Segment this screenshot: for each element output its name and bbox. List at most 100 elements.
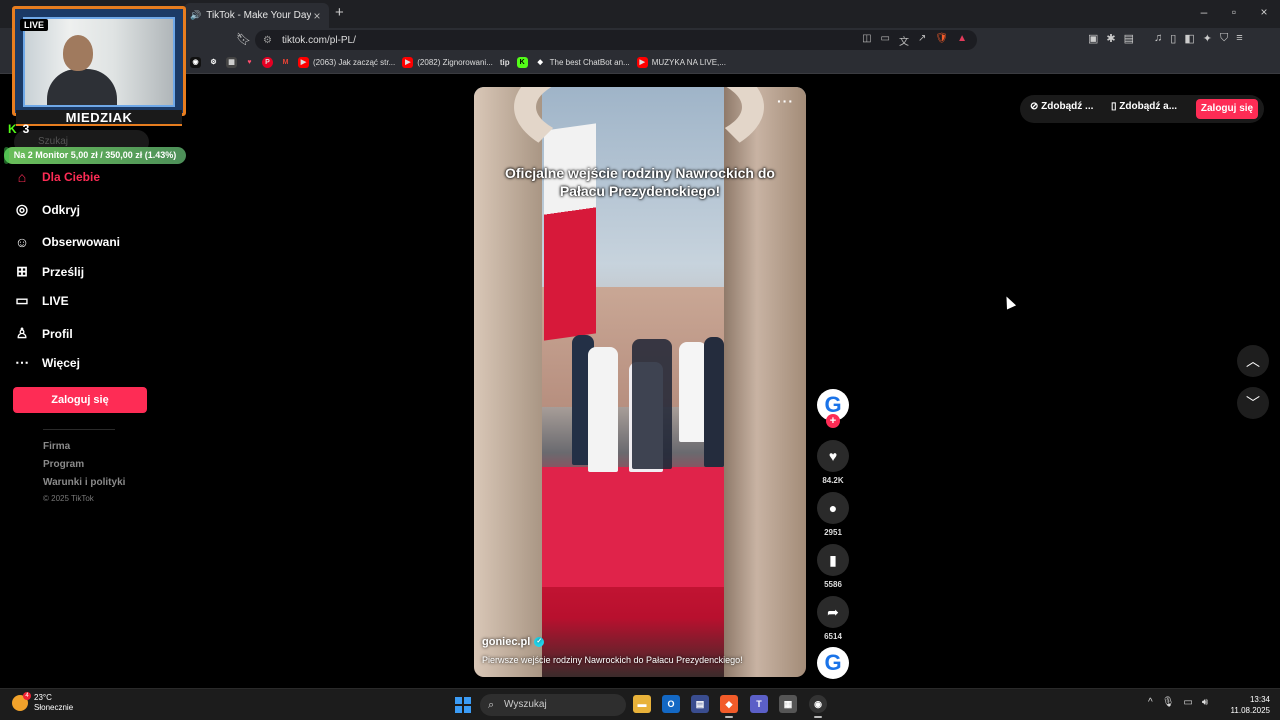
comment-count: 2951 — [824, 528, 842, 537]
profile-icon: ♙ — [15, 325, 29, 341]
media-icon[interactable]: ♫ — [1154, 32, 1162, 45]
notification-badge: 4 — [23, 692, 31, 700]
sidebar-item-obserwowani[interactable]: ☺ Obserwowani — [14, 234, 120, 250]
outlook-icon[interactable]: O — [662, 695, 680, 713]
network-icon[interactable]: ▭ — [1183, 697, 1192, 708]
like-button[interactable]: ♥ — [817, 440, 849, 472]
kick-icon[interactable]: K — [516, 57, 528, 68]
clock[interactable]: 13:34 11.08.2025 — [1222, 694, 1270, 716]
bookmark-icon[interactable]: 🔖︎ — [236, 32, 251, 46]
video-player[interactable]: Oficjalne wejście rodziny Nawrockich do … — [474, 87, 806, 677]
share-arrow-icon: ➦ — [827, 603, 839, 620]
translate-icon[interactable]: 文 — [899, 33, 909, 48]
cast-icon[interactable]: ▭ — [881, 33, 890, 48]
comment-button[interactable]: ● — [817, 492, 849, 524]
following-icon: ☺ — [14, 234, 30, 250]
browser-tab[interactable]: 🔊 TikTok - Make Your Day × — [184, 3, 329, 28]
extensions-area: ▣ ✱ ▤ ♫ ▯ ◧ ✦ ⛉ ≡ — [1088, 32, 1243, 45]
bookmark-item[interactable]: ▶ MUZYKA NA LIVE,... — [636, 57, 726, 68]
chevron-up-icon[interactable]: ^ — [1148, 697, 1153, 708]
login-button[interactable]: Zaloguj się — [13, 387, 147, 413]
next-video-button[interactable]: ﹀ — [1237, 387, 1269, 419]
footer-link-firma[interactable]: Firma — [43, 441, 70, 452]
divider — [43, 429, 115, 430]
donation-goal-text: Na 2 Monitor 5,00 zł / 350,00 zł (1.43%) — [13, 150, 177, 160]
menu-icon[interactable]: ≡ — [1236, 32, 1242, 45]
file-explorer-icon[interactable]: ▬ — [633, 695, 651, 713]
footer-link-program[interactable]: Program — [43, 459, 84, 470]
wallet-icon[interactable]: ◧ — [1184, 32, 1194, 45]
heart-icon[interactable]: ♥ — [244, 57, 255, 68]
brave-shields-icon[interactable]: 🛡 — [935, 33, 948, 48]
share-icon[interactable]: ↗ — [918, 33, 926, 48]
get-app-button[interactable]: ▯ Zdobądź a... — [1111, 101, 1177, 112]
mouse-cursor-icon — [1001, 294, 1017, 310]
video-author[interactable]: goniec.pl ✓ — [482, 636, 545, 648]
share-button[interactable]: ➦ — [817, 596, 849, 628]
bookmarks-bar: ◉ ⚙ ▦ ♥ P M ▶ (2063) Jak zacząć str... ▶… — [0, 52, 1280, 74]
sidebar-item-wiecej[interactable]: ⋯ Więcej — [14, 354, 80, 371]
sound-avatar[interactable]: G — [817, 647, 849, 679]
search-placeholder: Szukaj — [38, 136, 69, 147]
more-options-icon[interactable]: ··· — [777, 93, 794, 109]
site-settings-icon[interactable]: ⚙ — [263, 35, 272, 46]
leo-ai-icon[interactable]: ✦ — [1203, 32, 1212, 45]
steam-icon[interactable]: ⚙ — [208, 57, 219, 68]
bookmark-favicon-icon[interactable]: ◉ — [190, 57, 201, 68]
close-icon[interactable]: × — [311, 9, 323, 23]
extension-icon[interactable]: ▣ — [1088, 32, 1098, 45]
verified-icon: ✓ — [534, 637, 545, 647]
taskbar-search[interactable]: ⌕ Wyszukaj — [480, 694, 626, 716]
chatbot-icon: ◆ — [537, 59, 543, 66]
gmail-icon[interactable]: M — [280, 57, 291, 68]
sun-icon: 4 — [12, 692, 31, 711]
kick-icon: K — [8, 122, 17, 136]
kick-viewer-count: K 3 — [8, 122, 30, 136]
bookmark-item[interactable]: tip — [500, 58, 510, 67]
maximize-button[interactable]: ▫ — [1227, 5, 1241, 19]
brave-rewards-icon[interactable]: ▲ — [957, 33, 967, 48]
login-top-button[interactable]: Zaloguj się — [1196, 99, 1258, 119]
compass-icon: ◎ — [15, 201, 29, 217]
bookmark-item[interactable]: ▶ (2063) Jak zacząć str... — [298, 57, 395, 68]
reader-icon[interactable]: ◫ — [862, 33, 871, 48]
volume-icon[interactable]: 🔊︎ — [1202, 697, 1208, 708]
bookmark-item[interactable]: ◆ The best ChatBot an... — [535, 57, 629, 68]
microphone-icon[interactable]: 🎙︎ — [1162, 697, 1175, 708]
search-icon: ⌕ — [488, 699, 495, 711]
sidebar-item-przeslij[interactable]: ⊞ Prześlij — [14, 263, 84, 280]
sidebar-item-dla-ciebie[interactable]: ⌂ Dla Ciebie — [14, 169, 100, 185]
footer-link-terms[interactable]: Warunki i polityki — [43, 477, 125, 488]
get-coins-button[interactable]: ⊘ Zdobądź ... — [1030, 101, 1093, 112]
sidebar-item-live[interactable]: ▭ LIVE — [14, 292, 68, 309]
obs-icon[interactable]: ◉ — [809, 695, 827, 718]
heart-icon: ♥ — [828, 448, 838, 464]
streamer-name: MIEDZIAK — [16, 110, 182, 126]
brave-browser-icon[interactable]: ◆ — [720, 695, 738, 718]
photo-app-icon[interactable]: ▦ — [779, 695, 797, 713]
previous-video-button[interactable]: ︿ — [1237, 345, 1269, 377]
windows-taskbar: 4 23°C Słonecznie ⌕ Wyszukaj ▬ O ▤ ◆ T ▦… — [0, 688, 1280, 720]
start-button[interactable] — [455, 697, 471, 713]
video-description: Pierwsze wejście rodziny Nawrockich do P… — [482, 655, 743, 665]
teams-icon[interactable]: T — [750, 695, 768, 713]
vpn-icon[interactable]: ⛉ — [1220, 32, 1228, 45]
save-app-icon[interactable]: ▤ — [691, 695, 709, 713]
comment-icon: ● — [828, 500, 838, 516]
sidebar-item-profil[interactable]: ♙ Profil — [14, 325, 73, 342]
tab-search-icon[interactable]: ▤ — [1124, 32, 1134, 45]
new-tab-button[interactable]: + — [335, 4, 349, 21]
phone-icon: ▯ — [1111, 101, 1117, 112]
sidebar-toggle-icon[interactable]: ▯ — [1170, 32, 1176, 45]
follow-plus-icon[interactable]: + — [826, 414, 840, 428]
minimize-button[interactable]: – — [1197, 5, 1211, 19]
save-button[interactable]: ▮ — [817, 544, 849, 576]
pinterest-icon[interactable]: P — [262, 57, 273, 68]
bookmark-favicon-icon[interactable]: ▦ — [226, 57, 237, 68]
window-close-button[interactable]: × — [1257, 5, 1271, 19]
address-bar[interactable]: ⚙ tiktok.com/pl-PL/ ◫ ▭ 文 ↗ 🛡 ▲ — [255, 30, 977, 50]
puzzle-icon[interactable]: ✱ — [1106, 32, 1115, 45]
sidebar-item-odkryj[interactable]: ◎ Odkryj — [14, 201, 80, 218]
bookmark-item[interactable]: ▶ (2082) Zignorowani... — [402, 57, 493, 68]
weather-widget[interactable]: 4 23°C Słonecznie — [12, 692, 73, 713]
